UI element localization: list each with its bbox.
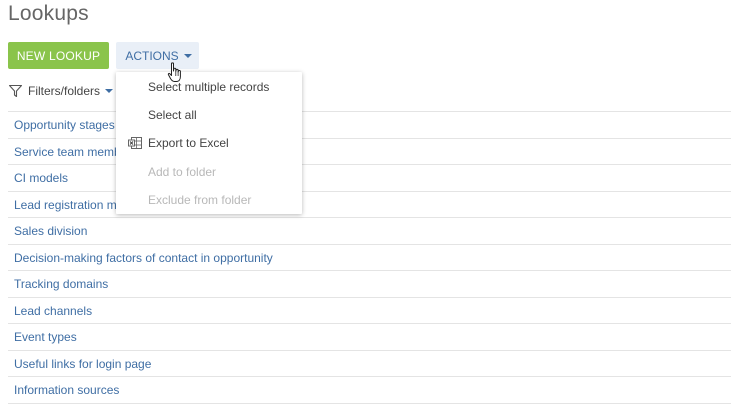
filter-icon <box>8 84 23 98</box>
filters-label: Filters/folders <box>28 84 101 98</box>
new-lookup-button[interactable]: NEW LOOKUP <box>8 42 109 69</box>
excel-export-icon <box>128 137 142 149</box>
list-item[interactable]: Lead channels <box>8 298 731 324</box>
filters-folders-toggle[interactable]: Filters/folders <box>8 82 114 100</box>
page-title: Lookups <box>8 2 89 25</box>
chevron-down-icon <box>183 53 192 58</box>
list-item[interactable]: Event types <box>8 324 731 351</box>
list-item[interactable]: Tracking domains <box>8 271 731 298</box>
actions-button-label: ACTIONS <box>125 48 179 63</box>
actions-menu: Select multiple records Select all Expor… <box>116 72 302 214</box>
menu-item-label: Select all <box>148 108 197 122</box>
menu-item-label: Add to folder <box>148 165 217 179</box>
chevron-down-icon <box>105 89 114 93</box>
list-item[interactable]: Information sources <box>8 377 731 404</box>
menu-item-add-to-folder: Add to folder <box>116 159 302 185</box>
actions-button[interactable]: ACTIONS <box>116 42 199 69</box>
menu-item-exclude-from-folder: Exclude from folder <box>116 187 302 213</box>
menu-item-select-multiple-records[interactable]: Select multiple records <box>116 74 302 100</box>
list-item[interactable]: Sales division <box>8 218 731 245</box>
menu-item-label: Select multiple records <box>148 80 270 94</box>
menu-item-select-all[interactable]: Select all <box>116 102 302 128</box>
menu-item-label: Exclude from folder <box>148 193 252 207</box>
menu-item-label: Export to Excel <box>148 136 229 150</box>
menu-item-export-to-excel[interactable]: Export to Excel <box>116 130 302 156</box>
list-item[interactable]: Decision-making factors of contact in op… <box>8 245 731 271</box>
list-item[interactable]: Useful links for login page <box>8 351 731 377</box>
